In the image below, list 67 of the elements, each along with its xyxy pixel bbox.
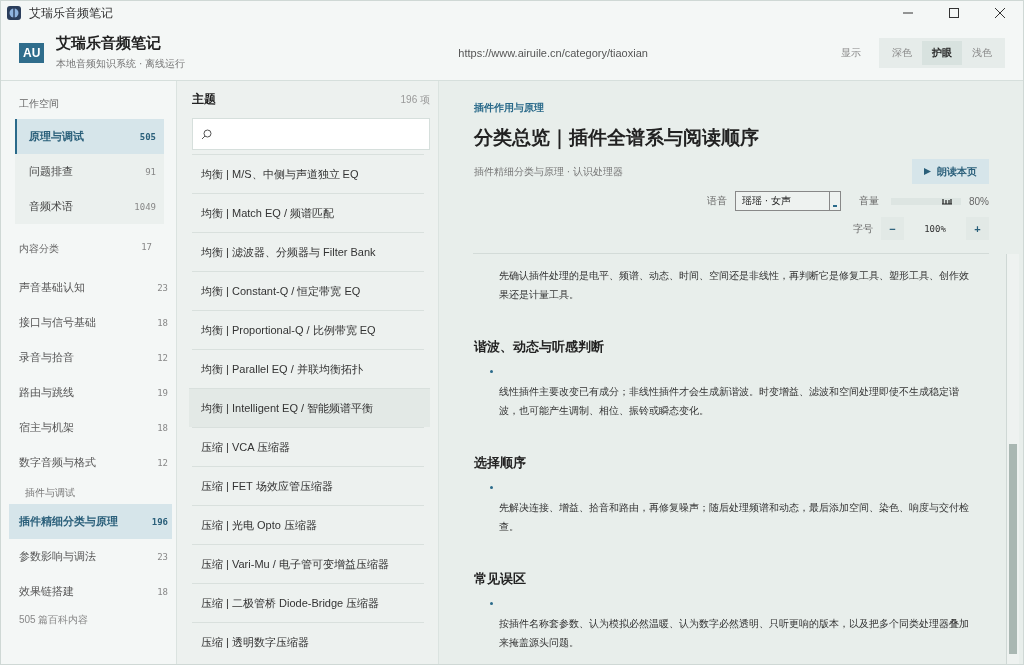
topic-item[interactable]: 均衡 | Intelligent EQ / 智能频谱平衡 (189, 388, 430, 427)
topic-item[interactable]: 压缩 | Vari-Mu / 电子管可变增益压缩器 (192, 544, 424, 583)
topic-item[interactable]: 压缩 | 透明数字压缩器 (192, 622, 424, 661)
theme-option[interactable]: 护眼 (922, 40, 962, 65)
bullet-icon (490, 602, 493, 605)
topics-title: 主题 (192, 91, 216, 108)
topic-item[interactable]: 均衡 | Match EQ / 频谱匹配 (192, 193, 424, 232)
search-icon (201, 128, 212, 140)
display-label: 显示 (841, 45, 861, 60)
workspace-item[interactable]: 音频术语 1049 (15, 189, 164, 224)
section-label: 工作空间 (18, 97, 60, 111)
category-item[interactable]: 声音基础认知 23 (15, 270, 172, 305)
play-icon (924, 168, 931, 175)
article-category: 插件作用与原理 (474, 101, 545, 115)
footer-text: 505 篇百科内容 (18, 613, 90, 627)
group-label: 插件与调试 (24, 486, 76, 500)
section-heading: 常见误区 (474, 570, 527, 588)
voice-label: 语音 (707, 194, 727, 208)
app-name: 艾瑞乐音频笔记 (56, 34, 163, 53)
bullet-icon (490, 370, 493, 373)
category-count: 17 (141, 242, 152, 254)
category-item[interactable]: 录音与拾音 12 (15, 340, 172, 375)
section-heading: 谐波、动态与听感判断 (474, 338, 605, 356)
read-aloud-button[interactable]: 朗读本页 (912, 159, 989, 184)
category-item[interactable]: 数字音频与格式 12 (15, 445, 172, 480)
category-item[interactable]: 宿主与机架 18 (15, 410, 172, 445)
increase-button[interactable]: + (966, 217, 989, 240)
topic-item[interactable]: 均衡 | M/S、中侧与声道独立 EQ (192, 154, 424, 193)
scrollbar[interactable] (1006, 254, 1019, 664)
workspace-item[interactable]: 问题排查 91 (15, 154, 164, 189)
article-title: 分类总览｜插件全谱系与阅读顺序 (474, 126, 760, 151)
section-heading: 选择顺序 (474, 454, 527, 472)
topics-count: 196 项 (400, 92, 430, 107)
bullet-icon (490, 486, 493, 489)
url-text: https://www.airuile.cn/category/tiaoxian (457, 46, 649, 59)
bullet-text: 按插件名称套参数、认为模拟必然温暖、认为数字必然透明、只听更响的版本，以及把多个同类处理器叠加来掩盖源头问题。 (499, 617, 970, 650)
category-item[interactable]: 插件精细分类与原理 196 (9, 504, 172, 539)
app-subtitle: 本地音频知识系统 · 离线运行 (56, 57, 186, 71)
decrease-button[interactable]: − (881, 217, 904, 240)
category-item[interactable]: 效果链搭建 18 (15, 574, 172, 609)
font-size-label: 字号 (853, 221, 873, 236)
app-logo: AU (19, 42, 45, 63)
window-title: 艾瑞乐音频笔记 (29, 4, 114, 22)
font-size-value: 100% (923, 223, 947, 234)
topic-item[interactable]: 压缩 | FET 场效应管压缩器 (192, 466, 424, 505)
topic-item[interactable]: 压缩 | 光电 Opto 压缩器 (192, 505, 424, 544)
dropdown-icon (829, 192, 840, 210)
topic-item[interactable]: 压缩 | VCA 压缩器 (192, 427, 424, 466)
article-meta: 插件精细分类与原理 · 认识处理器 (474, 164, 623, 179)
bullet-text: 先解决连接、增益、拾音和路由，再修复噪声；随后处理频谱和动态，最后添加空间、染色、响度与交付检查。 (499, 501, 970, 534)
voice-select[interactable]: 瑶瑶 · 女声 (735, 191, 841, 211)
intro-paragraph: 先确认插件处理的是电平、频谱、动态、时间、空间还是非线性，再判断它是修复工具、塑形工具、创作效果还是计量工具。 (499, 269, 970, 302)
workspace-item[interactable]: 原理与调试 505 (15, 119, 164, 154)
category-item[interactable]: 路由与跳线 19 (15, 375, 172, 410)
bullet-text: 线性插件主要改变已有成分；非线性插件才会生成新谐波。时变增益、滤波和空间处理即使不生成稳定谐波，也可能产生调制、相位、振铃或瞬态变化。 (499, 385, 960, 418)
slider-thumb[interactable] (941, 196, 953, 205)
category-item[interactable]: 接口与信号基础 18 (15, 305, 172, 340)
topic-item[interactable]: 压缩 | 二极管桥 Diode-Bridge 压缩器 (192, 583, 424, 622)
topic-item[interactable]: 均衡 | Constant-Q / 恒定带宽 EQ (192, 271, 424, 310)
category-item[interactable]: 参数影响与调法 23 (15, 539, 172, 574)
topic-item[interactable]: 均衡 | Proportional-Q / 比例带宽 EQ (192, 310, 424, 349)
volume-label: 音量 (859, 194, 879, 208)
topic-item[interactable]: 均衡 | 滤波器、分频器与 Filter Bank (192, 232, 424, 271)
app-icon (7, 6, 21, 20)
section-label: 内容分类 (19, 242, 59, 256)
volume-reading: 80% (969, 195, 989, 207)
search-field[interactable] (192, 118, 430, 150)
